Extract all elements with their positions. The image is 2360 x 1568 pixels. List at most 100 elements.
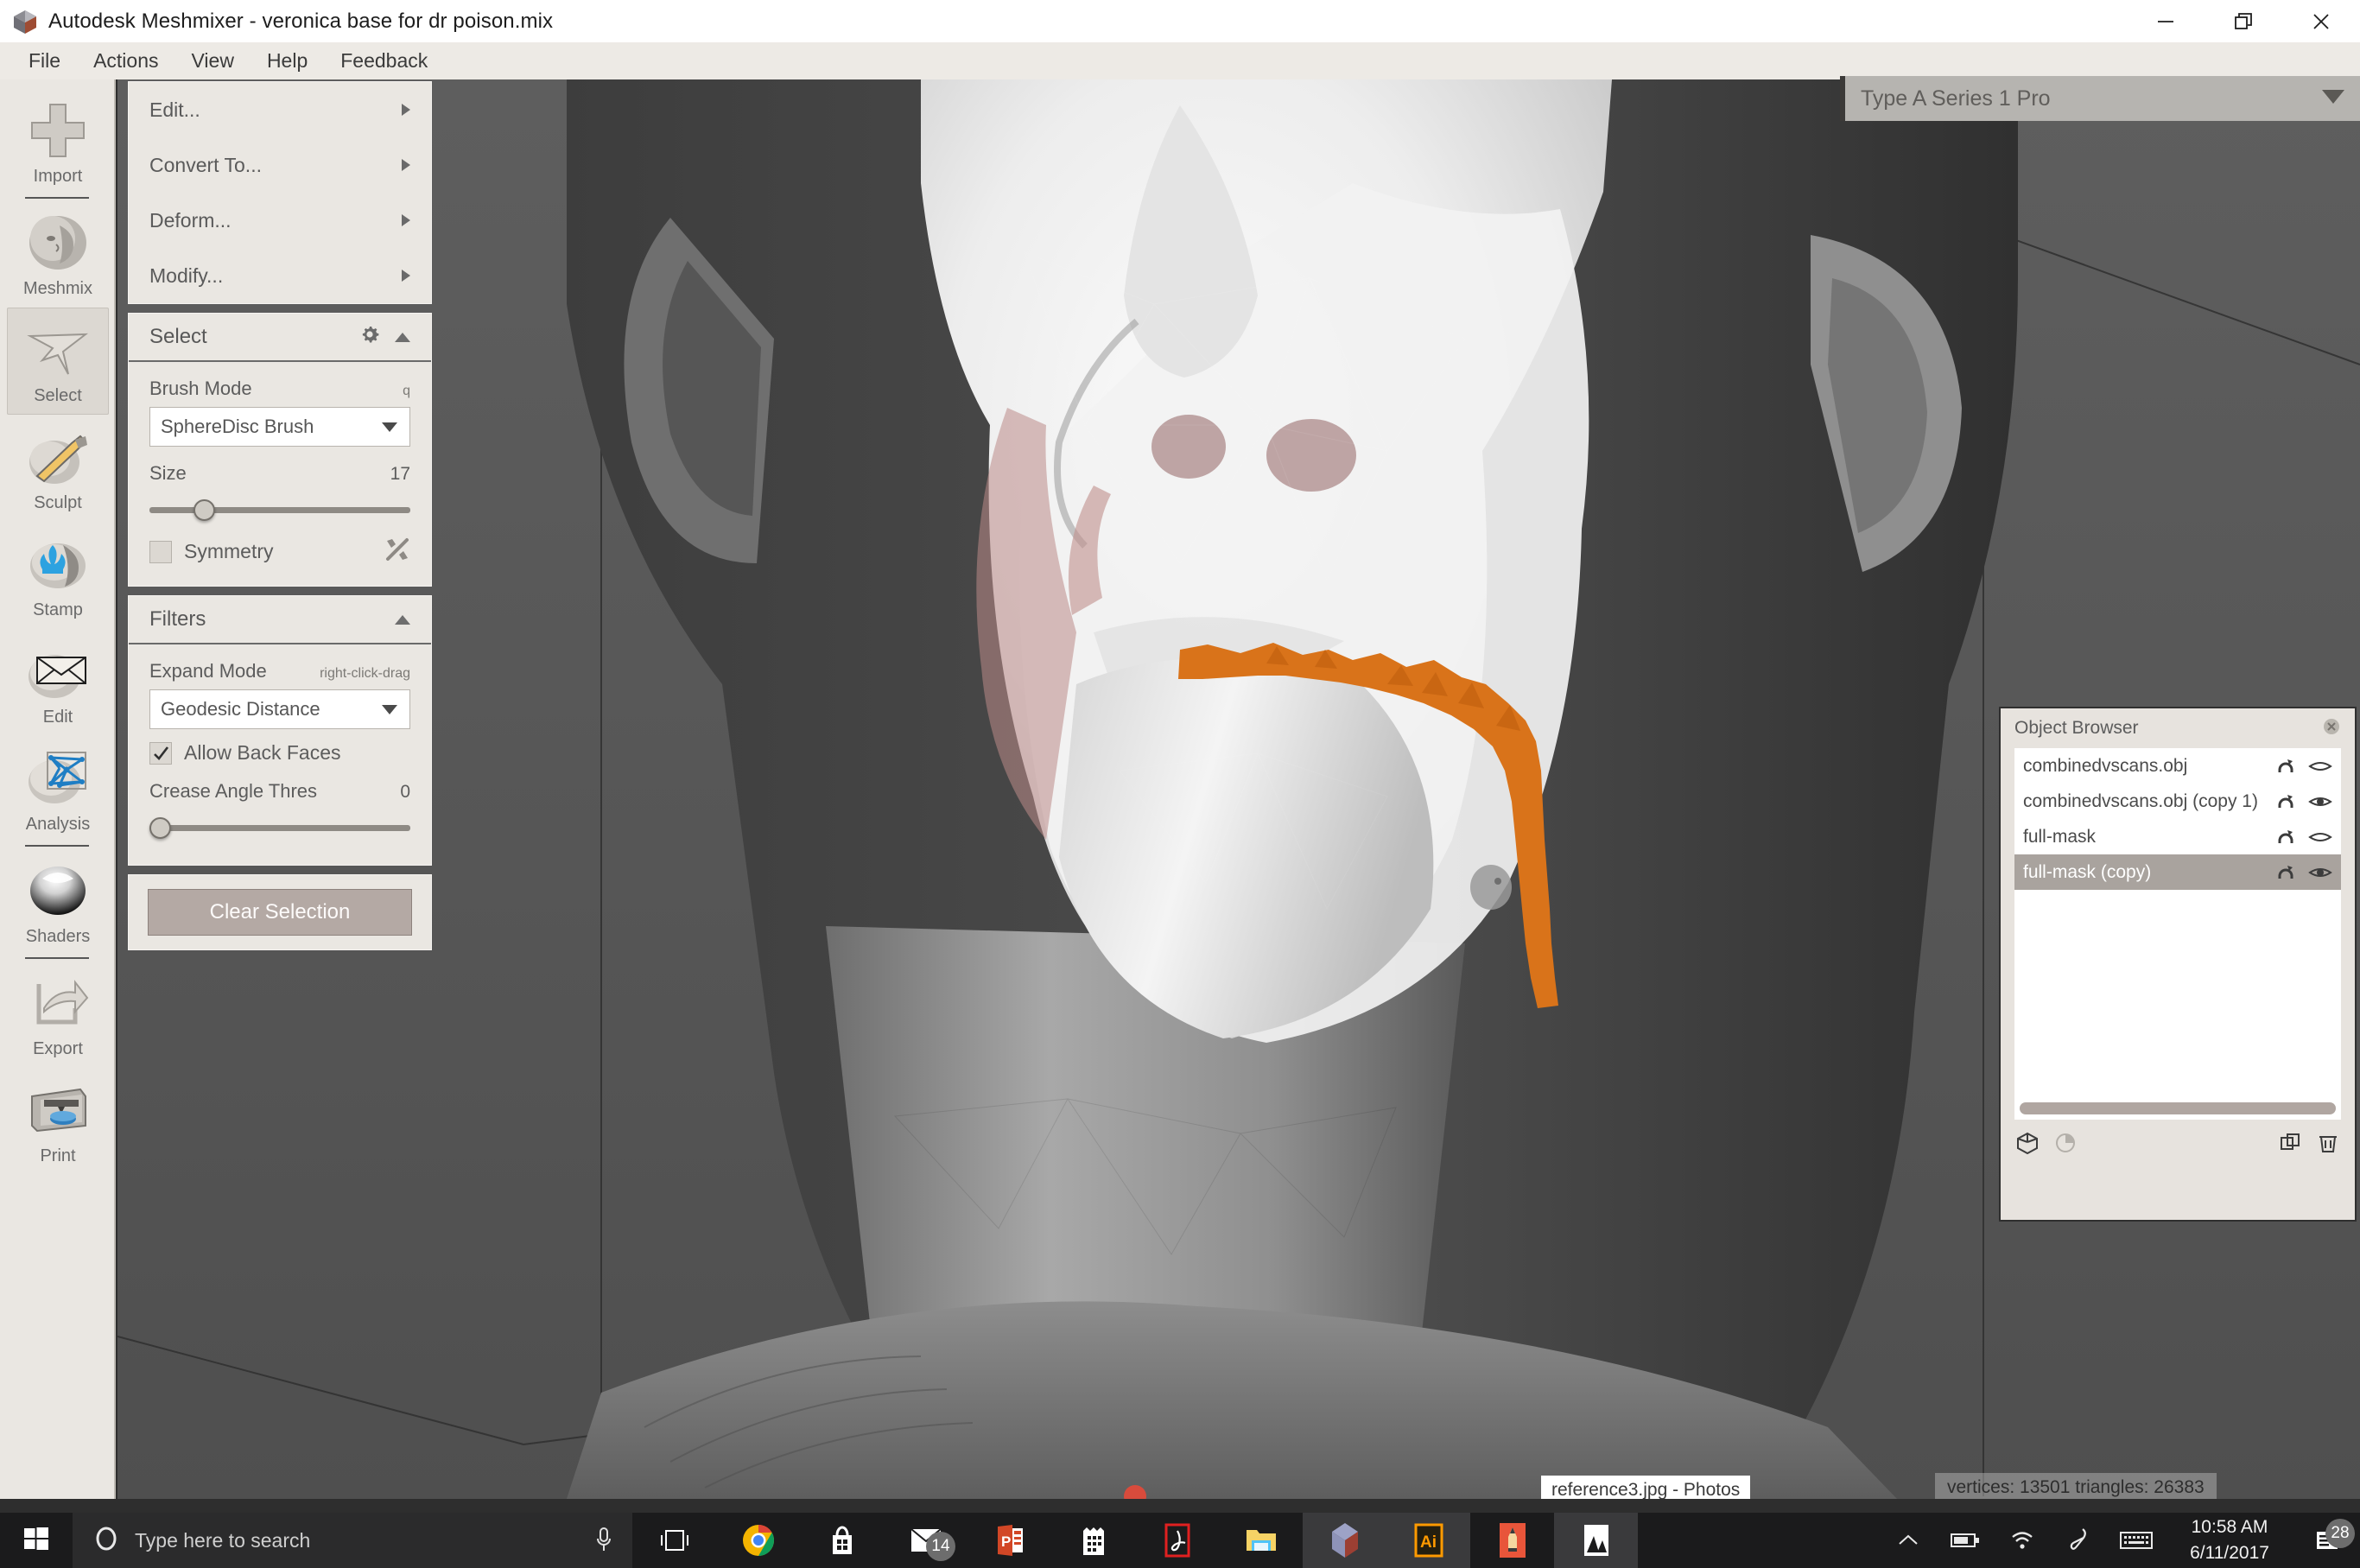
magnet-icon[interactable] [2268,862,2303,883]
tool-print[interactable]: Print [0,1068,116,1175]
start-button[interactable] [0,1513,73,1568]
wifi-icon[interactable] [1994,1530,2051,1551]
rail-divider [25,957,89,959]
chevron-right-icon [402,270,410,282]
menu-file[interactable]: File [12,49,77,73]
tool-analysis-label: Analysis [25,814,91,834]
sketch-pencil-icon [1499,1523,1526,1558]
illustrator-button[interactable]: Ai [1386,1513,1470,1568]
command-edit[interactable]: Edit... [129,82,431,137]
object-row[interactable]: combinedvscans.obj [2014,748,2341,784]
show-hidden-icons-chevron-icon[interactable] [1880,1533,1937,1547]
battery-icon[interactable] [1937,1532,1994,1549]
minimize-button[interactable] [2127,0,2205,42]
circle-x-icon[interactable] [2322,717,2341,740]
object-browser-header: Object Browser [2001,708,2355,748]
symmetry-checkbox[interactable] [149,540,172,563]
pie-clock-icon[interactable] [2054,1132,2077,1159]
eye-closed-icon[interactable] [2303,759,2338,774]
allow-back-faces-checkbox[interactable] [149,741,172,765]
action-center-button[interactable]: 28 [2294,1519,2360,1552]
wrench-screwdriver-icon[interactable] [384,536,410,567]
menu-help[interactable]: Help [251,49,324,73]
symmetry-label: Symmetry [184,540,274,562]
crease-angle-slider-knob[interactable] [149,817,171,839]
mail-badge: 14 [926,1532,955,1561]
tool-sculpt[interactable]: Sculpt [0,415,116,522]
microsoft-store-button[interactable] [800,1513,884,1568]
clock[interactable]: 10:58 AM 6/11/2017 [2165,1514,2294,1566]
touch-keyboard-icon[interactable] [2108,1530,2165,1551]
tool-edit[interactable]: Edit [0,629,116,736]
calendar-button[interactable] [1051,1513,1135,1568]
close-button[interactable] [2282,0,2360,42]
command-deform[interactable]: Deform... [129,193,431,248]
pen-icon[interactable] [2051,1527,2108,1553]
size-slider[interactable] [149,495,410,524]
tool-import-label: Import [33,166,83,186]
tool-meshmix[interactable]: Meshmix [0,200,116,308]
crease-angle-slider[interactable] [149,813,410,842]
tool-select[interactable]: Select [7,308,109,415]
cube-icon[interactable] [2016,1132,2039,1159]
object-name: combinedvscans.obj [2023,755,2188,776]
tool-analysis[interactable]: Analysis [0,736,116,843]
caret-up-icon[interactable] [395,332,410,342]
filters-panel-header: Filters [129,596,431,644]
window-title: Autodesk Meshmixer - veronica base for d… [48,9,554,33]
eye-closed-icon[interactable] [2303,829,2338,845]
chrome-button[interactable] [716,1513,800,1568]
file-explorer-button[interactable] [1219,1513,1303,1568]
command-modify[interactable]: Modify... [129,248,431,303]
object-browser-panel: Object Browser combinedvscans.obj combin… [1999,707,2357,1222]
size-slider-knob[interactable] [193,499,216,521]
horizontal-scrollbar[interactable] [2020,1102,2336,1114]
tool-export[interactable]: Export [0,961,116,1068]
crease-angle-label: Crease Angle Thres [149,780,318,802]
task-view-button[interactable] [632,1513,716,1568]
trash-icon[interactable] [2317,1132,2339,1159]
eye-open-icon[interactable] [2303,794,2338,809]
brush-mode-hint: q [403,384,410,398]
brush-mode-select[interactable]: SphereDisc Brush [149,407,410,447]
meshmixer-button[interactable] [1303,1513,1386,1568]
object-row[interactable]: combinedvscans.obj (copy 1) [2014,784,2341,819]
tool-stamp[interactable]: Stamp [0,522,116,629]
command-modify-label: Modify... [149,263,224,287]
menu-actions[interactable]: Actions [77,49,174,73]
object-row[interactable]: full-mask [2014,819,2341,854]
magnet-icon[interactable] [2268,756,2303,777]
search-placeholder: Type here to search [135,1528,311,1552]
duplicate-icon[interactable] [2279,1132,2301,1159]
eye-open-icon[interactable] [2303,865,2338,880]
expand-mode-row: Expand Mode right-click-drag [149,660,410,682]
svg-text:P: P [1001,1533,1011,1550]
sketch-pencil-button[interactable] [1470,1513,1554,1568]
gear-icon[interactable] [358,323,381,352]
printer-selector[interactable]: Type A Series 1 Pro [1840,76,2360,121]
select-panel-body: Brush Mode q SphereDisc Brush Size 17 Sy… [129,378,431,586]
clear-selection-button[interactable]: Clear Selection [148,889,412,936]
magnet-icon[interactable] [2268,791,2303,812]
export-arrow-icon [25,970,91,1036]
expand-mode-select[interactable]: Geodesic Distance [149,689,410,729]
tool-import[interactable]: Import [0,88,116,195]
command-convert-to[interactable]: Convert To... [129,137,431,193]
search-box[interactable]: Type here to search [73,1513,632,1568]
object-browser-list[interactable]: combinedvscans.obj combinedvscans.obj (c… [2014,748,2341,1120]
menu-feedback[interactable]: Feedback [324,49,444,73]
object-row[interactable]: full-mask (copy) [2014,854,2341,890]
microphone-icon[interactable] [594,1527,613,1558]
photos-button[interactable] [1554,1513,1638,1568]
tool-shaders[interactable]: Shaders [0,848,116,955]
menu-view[interactable]: View [175,49,251,73]
powerpoint-button[interactable]: P [967,1513,1051,1568]
mail-button[interactable]: 14 [884,1513,967,1568]
magnet-icon[interactable] [2268,827,2303,847]
caret-up-icon[interactable] [395,614,410,625]
restore-button[interactable] [2205,0,2282,42]
chevron-right-icon [402,159,410,171]
acrobat-reader-button[interactable] [1135,1513,1219,1568]
rail-divider [25,845,89,847]
envelope-sphere-icon [25,638,91,704]
